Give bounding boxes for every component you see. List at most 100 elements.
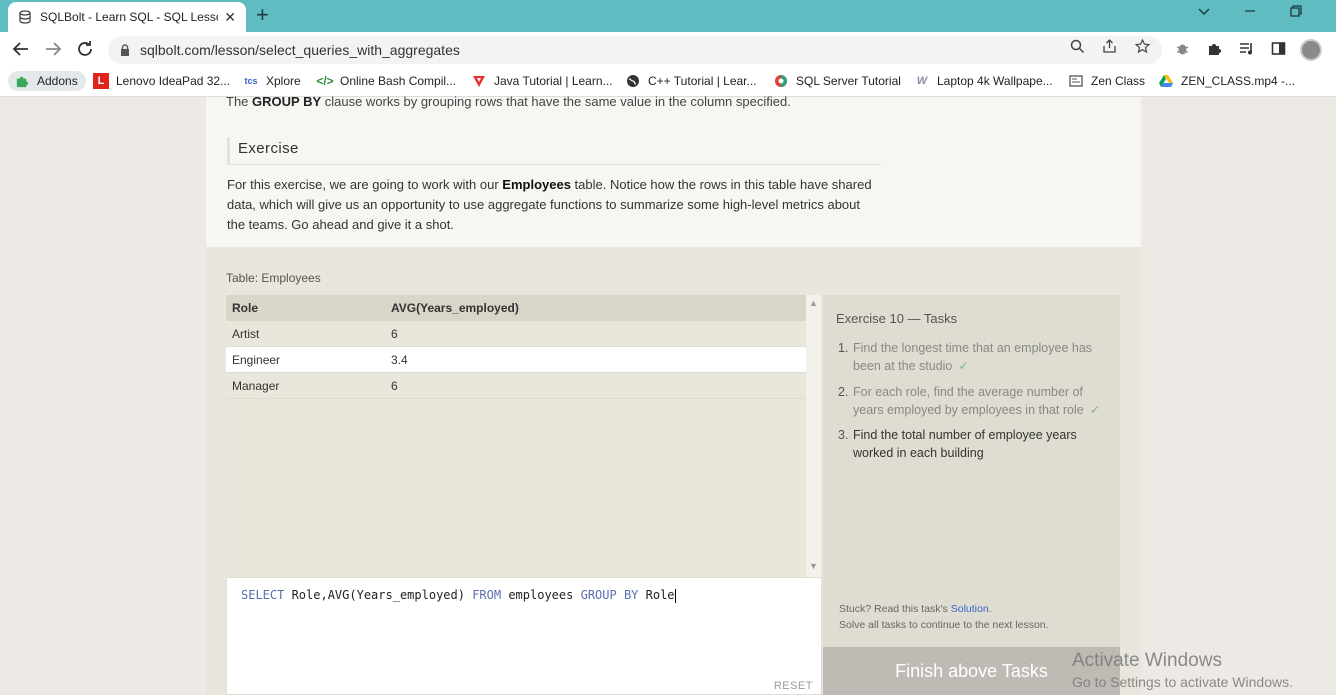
browser-toolbar: sqlbolt.com/lesson/select_queries_with_a… bbox=[0, 32, 1336, 68]
sql-keyword: FROM bbox=[472, 588, 502, 602]
tcs-icon: tcs bbox=[244, 76, 258, 86]
exercise-workarea: Table: Employees Role AVG(Years_employed… bbox=[206, 247, 1141, 695]
back-icon[interactable] bbox=[12, 40, 30, 61]
bookmark-label: Lenovo IdeaPad 32... bbox=[116, 74, 231, 88]
intro-text-rest: clause works by grouping rows that have … bbox=[321, 94, 791, 109]
intro-text: The bbox=[226, 94, 253, 109]
task-item: 1. Find the longest time that an employe… bbox=[838, 339, 1108, 375]
bookmark-label: C++ Tutorial | Lear... bbox=[648, 74, 757, 88]
tab-search-icon[interactable] bbox=[1197, 4, 1211, 21]
profile-avatar[interactable] bbox=[1300, 39, 1322, 61]
bookmark-label: ZEN_CLASS.mp4 -... bbox=[1181, 74, 1296, 88]
minimize-icon[interactable] bbox=[1243, 4, 1257, 21]
bookmark-label: Xplore bbox=[266, 74, 301, 88]
sql-query[interactable]: SELECT Role,AVG(Years_employed) FROM emp… bbox=[241, 588, 676, 603]
task-number: 2. bbox=[838, 385, 849, 399]
bookmark-label: Online Bash Compil... bbox=[340, 74, 457, 88]
sql-text: Role bbox=[638, 588, 675, 602]
table-row: Artist 6 bbox=[226, 321, 806, 347]
table-cell: 3.4 bbox=[391, 352, 408, 367]
activate-windows-watermark: Activate Windows Go to Settings to activ… bbox=[1072, 650, 1293, 690]
bookmark-label: Addons bbox=[37, 74, 78, 88]
share-icon[interactable] bbox=[1102, 39, 1117, 58]
sql-icon bbox=[773, 73, 789, 89]
table-cell: Engineer bbox=[232, 352, 281, 367]
task-item: 2. For each role, find the average numbe… bbox=[838, 383, 1108, 419]
bookmark-zenclass[interactable]: Zen Class bbox=[1068, 73, 1145, 89]
scroll-down-icon[interactable]: ▼ bbox=[809, 561, 818, 571]
media-control-icon[interactable] bbox=[1239, 41, 1254, 60]
bookmark-sqlserver[interactable]: SQL Server Tutorial bbox=[773, 73, 901, 89]
new-tab-button[interactable]: + bbox=[256, 4, 269, 26]
lock-icon[interactable] bbox=[120, 44, 130, 56]
check-icon: ✓ bbox=[1089, 403, 1101, 417]
watermark-subtitle: Go to Settings to activate Windows. bbox=[1072, 674, 1293, 690]
column-header: Role bbox=[232, 301, 259, 315]
bookmarks-bar: Addons L Lenovo IdeaPad 32... tcs Xplore… bbox=[0, 68, 1336, 97]
lenovo-icon: L bbox=[93, 73, 109, 89]
stuck-text-end: . bbox=[988, 603, 992, 615]
bookmark-java[interactable]: Java Tutorial | Learn... bbox=[471, 73, 613, 89]
result-scrollbar[interactable]: ▲ ▼ bbox=[806, 295, 821, 577]
bookmark-star-icon[interactable] bbox=[1134, 38, 1151, 58]
bookmark-cpp[interactable]: C++ Tutorial | Lear... bbox=[625, 73, 757, 89]
bookmark-wallpaper[interactable]: W Laptop 4k Wallpape... bbox=[914, 73, 1053, 89]
exercise-description: For this exercise, we are going to work … bbox=[227, 175, 877, 235]
result-table: Role AVG(Years_employed) Artist 6 Engine… bbox=[226, 295, 806, 577]
tab-title: SQLBolt - Learn SQL - SQL Lesso bbox=[40, 10, 219, 24]
task-text: Find the total number of employee years … bbox=[853, 428, 1077, 460]
extensions-puzzle-icon[interactable] bbox=[1207, 41, 1222, 60]
solution-link[interactable]: Solution bbox=[951, 603, 989, 615]
reset-button[interactable]: RESET bbox=[774, 680, 813, 692]
bookmark-lenovo[interactable]: L Lenovo IdeaPad 32... bbox=[93, 73, 230, 89]
intro-keyword: GROUP BY bbox=[252, 94, 322, 109]
extension-bug-icon[interactable] bbox=[1175, 41, 1190, 60]
browser-tab[interactable]: SQLBolt - Learn SQL - SQL Lesso ✕ bbox=[8, 2, 246, 32]
bookmark-bash[interactable]: </> Online Bash Compil... bbox=[316, 73, 457, 89]
task-text: For each role, find the average number o… bbox=[853, 385, 1084, 417]
task-number: 3. bbox=[838, 428, 849, 442]
exercise-text: For this exercise, we are going to work … bbox=[227, 177, 503, 192]
close-tab-icon[interactable]: ✕ bbox=[224, 9, 236, 26]
tasks-panel: Exercise 10 — Tasks 1. Find the longest … bbox=[823, 295, 1120, 647]
sql-text: employees bbox=[501, 588, 581, 602]
task-text: Find the longest time that an employee h… bbox=[853, 341, 1093, 373]
bookmark-addons[interactable]: Addons bbox=[8, 71, 86, 91]
scroll-up-icon[interactable]: ▲ bbox=[809, 298, 818, 308]
reload-icon[interactable] bbox=[76, 40, 94, 61]
zen-icon bbox=[1068, 73, 1084, 89]
watermark-title: Activate Windows bbox=[1072, 650, 1222, 671]
exercise-heading: Exercise bbox=[227, 137, 881, 165]
sql-editor[interactable]: SELECT Role,AVG(Years_employed) FROM emp… bbox=[226, 577, 822, 695]
code-icon: </> bbox=[316, 74, 334, 88]
check-icon: ✓ bbox=[958, 359, 969, 373]
column-header: AVG(Years_employed) bbox=[391, 301, 519, 315]
text-caret bbox=[674, 588, 676, 603]
wallpaper-icon: W bbox=[916, 75, 928, 87]
table-cell: Manager bbox=[232, 378, 280, 393]
database-icon bbox=[18, 10, 32, 24]
side-panel-icon[interactable] bbox=[1271, 41, 1286, 60]
sql-text: Role,AVG(Years_employed) bbox=[284, 588, 473, 602]
globe-icon bbox=[625, 73, 641, 89]
forward-icon[interactable] bbox=[44, 40, 62, 61]
table-cell: 6 bbox=[391, 326, 398, 341]
url-text: sqlbolt.com/lesson/select_queries_with_a… bbox=[140, 42, 460, 58]
bookmark-label: Zen Class bbox=[1091, 74, 1146, 88]
tasks-title: Exercise 10 — Tasks bbox=[836, 311, 958, 326]
bookmark-xplore[interactable]: tcs Xplore bbox=[243, 73, 301, 89]
stuck-text: Stuck? Read this task's bbox=[839, 603, 951, 615]
result-header-row: Role AVG(Years_employed) bbox=[226, 295, 806, 321]
table-caption: Table: Employees bbox=[226, 271, 321, 285]
puzzle-icon bbox=[14, 73, 30, 89]
table-row: Engineer 3.4 bbox=[226, 347, 806, 373]
restore-icon[interactable] bbox=[1289, 4, 1303, 21]
zoom-icon[interactable] bbox=[1070, 39, 1085, 58]
address-bar[interactable]: sqlbolt.com/lesson/select_queries_with_a… bbox=[108, 36, 1162, 64]
lesson-intro: The GROUP BY clause works by grouping ro… bbox=[226, 94, 791, 109]
bookmark-zen-mp4[interactable]: ZEN_CLASS.mp4 -... bbox=[1158, 73, 1295, 89]
exercise-table-name: Employees bbox=[502, 177, 571, 192]
task-number: 1. bbox=[838, 341, 849, 355]
solve-all-text: Solve all tasks to continue to the next … bbox=[839, 619, 1049, 631]
bookmark-label: SQL Server Tutorial bbox=[796, 74, 901, 88]
